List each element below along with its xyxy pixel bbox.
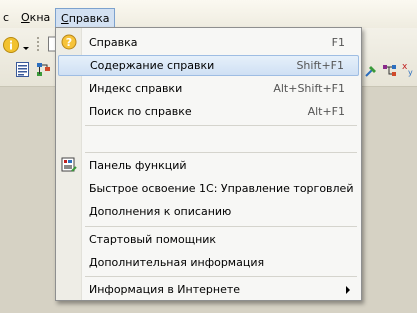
menu-item-shortcut: F1 (331, 36, 345, 49)
menu-item-label: Справка (89, 36, 138, 49)
menu-separator (85, 226, 357, 227)
menu-partial-item[interactable]: с (0, 9, 14, 27)
svg-text:?: ? (66, 36, 72, 49)
document-list-icon[interactable] (16, 62, 30, 78)
help-dropdown-menu: ? Справка F1 Содержание справки Shift+F1… (55, 27, 362, 301)
tree-icon[interactable] (382, 64, 398, 78)
function-panel-icon (61, 157, 77, 172)
menu-separator (85, 125, 357, 126)
menu-item-start-assistant[interactable]: Стартовый помощник (58, 229, 359, 250)
menu-help[interactable]: Справка (55, 8, 116, 28)
menu-separator (85, 152, 357, 153)
help-question-icon: ? (61, 34, 77, 50)
menu-item-empty[interactable] (58, 129, 359, 150)
tool-icon[interactable] (364, 64, 378, 78)
menu-item-label: Стартовый помощник (89, 233, 217, 246)
function-icon[interactable]: x y (402, 60, 417, 78)
structure-icon[interactable] (36, 62, 52, 78)
menu-item-label: Содержание справки (90, 59, 215, 72)
menu-item-function-panel[interactable]: Панель функций (58, 155, 359, 176)
menu-item-shortcut: Shift+F1 (296, 59, 344, 72)
menu-item-shortcut: Alt+F1 (307, 105, 345, 118)
menu-item-label: Быстрое освоение 1С: Управление торговле… (89, 182, 354, 195)
menubar: с Окна Справка (0, 0, 417, 28)
menu-item-help-index[interactable]: Индекс справки Alt+Shift+F1 (58, 78, 359, 99)
menu-item-shortcut: Alt+Shift+F1 (273, 82, 345, 95)
menu-item-help-search[interactable]: Поиск по справке Alt+F1 (58, 101, 359, 122)
info-icon[interactable] (2, 36, 20, 54)
submenu-arrow-icon (346, 286, 350, 294)
menu-item-label: Информация в Интернете (89, 283, 241, 296)
menu-item-label: Дополнения к описанию (89, 205, 232, 218)
menu-item-label: Поиск по справке (89, 105, 192, 118)
menu-item-additional-info[interactable]: Дополнительная информация (58, 252, 359, 273)
menu-item-quick-start[interactable]: Быстрое освоение 1С: Управление торговле… (58, 178, 359, 199)
menu-item-help[interactable]: ? Справка F1 (58, 32, 359, 53)
menu-item-description-additions[interactable]: Дополнения к описанию (58, 201, 359, 222)
svg-text:y: y (408, 68, 413, 77)
dropdown-arrow-icon[interactable] (22, 44, 30, 52)
toolbar-grip-icon (37, 37, 39, 51)
menu-item-internet-info[interactable]: Информация в Интернете (58, 279, 359, 300)
menu-okna[interactable]: Окна (16, 9, 55, 27)
menu-item-label: Дополнительная информация (89, 256, 265, 269)
menu-separator (85, 276, 357, 277)
menu-item-label: Индекс справки (89, 82, 183, 95)
menu-item-help-contents[interactable]: Содержание справки Shift+F1 (58, 55, 359, 76)
menu-item-label: Панель функций (89, 159, 187, 172)
